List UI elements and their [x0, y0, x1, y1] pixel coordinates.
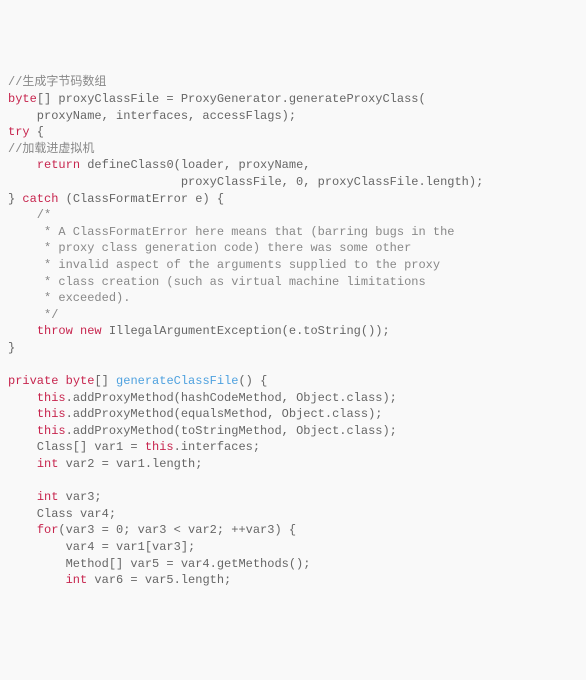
- code-indent: [8, 523, 37, 537]
- comment-line: * invalid aspect of the arguments suppli…: [8, 258, 440, 272]
- code-text: [58, 374, 65, 388]
- code-indent: [8, 490, 37, 504]
- code-text: []: [94, 374, 116, 388]
- keyword-this: this: [145, 440, 174, 454]
- keyword-this: this: [37, 424, 66, 438]
- code-text: .addProxyMethod(hashCodeMethod, Object.c…: [66, 391, 397, 405]
- code-text: [73, 324, 80, 338]
- code-indent: [8, 407, 37, 421]
- keyword-this: this: [37, 407, 66, 421]
- code-indent: [8, 457, 37, 471]
- code-text: defineClass0(loader, proxyName,: [80, 158, 310, 172]
- keyword-private: private: [8, 374, 58, 388]
- keyword-byte: byte: [8, 92, 37, 106]
- keyword-int: int: [37, 457, 59, 471]
- code-text: Class[] var1 =: [8, 440, 145, 454]
- code-text: (var3 = 0; var3 < var2; ++var3) {: [58, 523, 296, 537]
- code-text: var4 = var1[var3];: [8, 540, 195, 554]
- code-text: () {: [238, 374, 267, 388]
- keyword-int: int: [66, 573, 88, 587]
- keyword-try: try: [8, 125, 30, 139]
- code-text: [] proxyClassFile = ProxyGenerator.gener…: [37, 92, 426, 106]
- code-text: (ClassFormatError e) {: [58, 192, 224, 206]
- code-text: .interfaces;: [174, 440, 260, 454]
- code-text: proxyClassFile, 0, proxyClassFile.length…: [8, 175, 483, 189]
- code-text: {: [30, 125, 44, 139]
- comment-line: //生成字节码数组: [8, 75, 106, 89]
- keyword-int: int: [37, 490, 59, 504]
- function-name: generateClassFile: [116, 374, 238, 388]
- code-indent: [8, 424, 37, 438]
- keyword-throw: throw: [37, 324, 73, 338]
- keyword-for: for: [37, 523, 59, 537]
- code-text: proxyName, interfaces, accessFlags);: [8, 109, 296, 123]
- comment-line: //加载进虚拟机: [8, 142, 94, 156]
- comment-line: /*: [8, 208, 51, 222]
- code-block: //生成字节码数组 byte[] proxyClassFile = ProxyG…: [8, 74, 578, 588]
- code-text: .addProxyMethod(toStringMethod, Object.c…: [66, 424, 397, 438]
- code-text: var3;: [58, 490, 101, 504]
- code-indent: [8, 391, 37, 405]
- keyword-new: new: [80, 324, 102, 338]
- code-text: var2 = var1.length;: [58, 457, 202, 471]
- comment-line: * class creation (such as virtual machin…: [8, 275, 426, 289]
- comment-line: * exceeded).: [8, 291, 130, 305]
- comment-line: * A ClassFormatError here means that (ba…: [8, 225, 454, 239]
- code-text: Class var4;: [8, 507, 116, 521]
- comment-line: * proxy class generation code) there was…: [8, 241, 411, 255]
- keyword-byte: byte: [66, 374, 95, 388]
- code-text: var6 = var5.length;: [87, 573, 231, 587]
- code-indent: [8, 324, 37, 338]
- code-text: }: [8, 192, 22, 206]
- code-text: IllegalArgumentException(e.toString());: [102, 324, 390, 338]
- code-text: .addProxyMethod(equalsMethod, Object.cla…: [66, 407, 383, 421]
- comment-line: */: [8, 308, 58, 322]
- code-text: }: [8, 341, 15, 355]
- code-indent: [8, 573, 66, 587]
- code-indent: [8, 158, 37, 172]
- keyword-return: return: [37, 158, 80, 172]
- keyword-this: this: [37, 391, 66, 405]
- keyword-catch: catch: [22, 192, 58, 206]
- code-text: Method[] var5 = var4.getMethods();: [8, 557, 310, 571]
